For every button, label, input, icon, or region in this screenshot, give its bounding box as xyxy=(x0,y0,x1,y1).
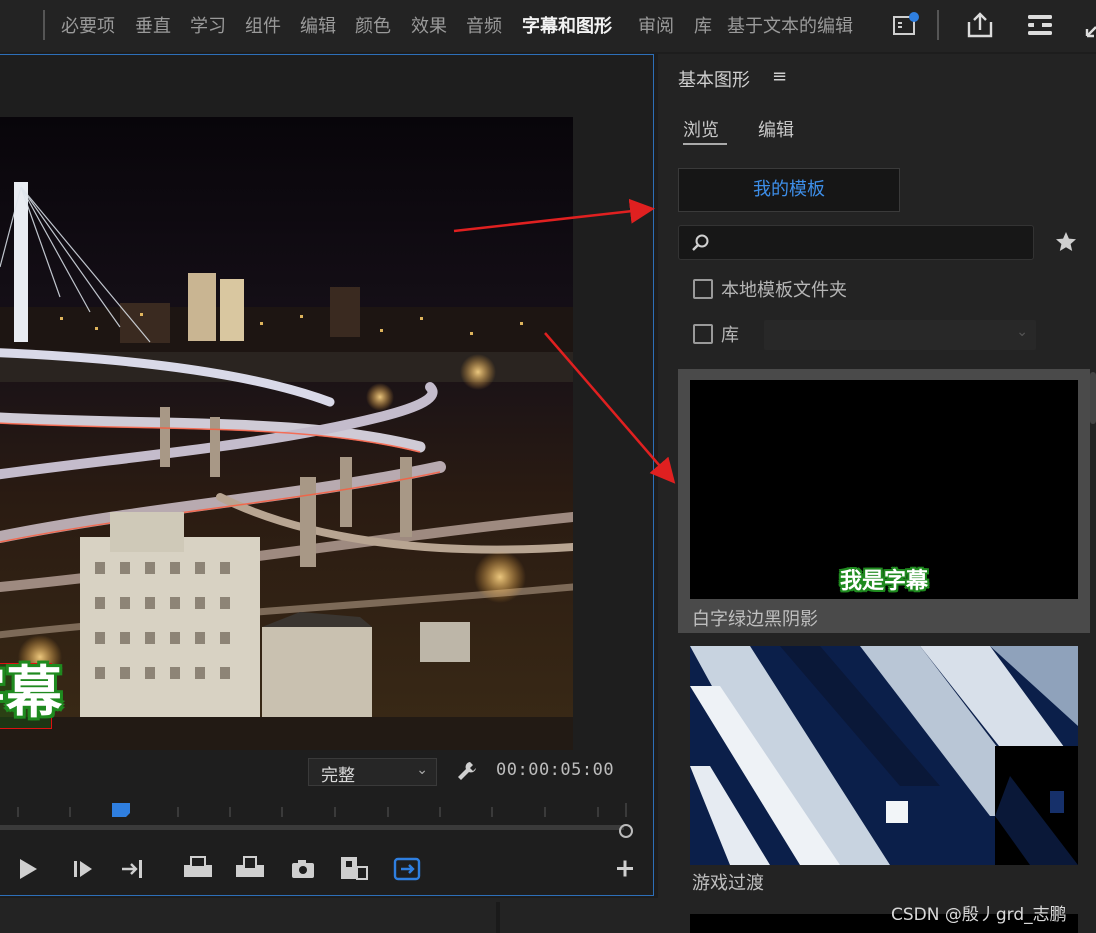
transport-controls xyxy=(20,856,633,881)
panel-title: 基本图形 xyxy=(678,70,750,91)
chevron-down-icon: ⌄ xyxy=(416,762,428,778)
workspace-tab-assembly[interactable]: 组件 xyxy=(245,12,281,38)
template-list: 我是字幕 白字绿边黑阴影 游戏过渡 xyxy=(678,369,1090,933)
library-select[interactable]: ⌄ xyxy=(764,320,1036,350)
go-to-out-button[interactable] xyxy=(122,860,142,878)
playhead-marker[interactable] xyxy=(112,803,130,817)
template-name: 游戏过渡 xyxy=(692,873,764,894)
panel-menu-icon[interactable]: ≡ xyxy=(772,66,787,87)
library-label: 库 xyxy=(721,325,739,346)
library-checkbox[interactable] xyxy=(693,324,713,344)
my-templates-button[interactable]: 我的模板 xyxy=(678,168,900,212)
workspace-tab-color[interactable]: 颜色 xyxy=(355,12,391,38)
panel-options-icon[interactable] xyxy=(1025,10,1055,40)
search-input[interactable] xyxy=(717,230,1017,255)
comparison-view-button[interactable] xyxy=(341,857,368,880)
timecode-display[interactable]: 00:00:05:00 xyxy=(496,760,614,780)
workspaces-notification-icon[interactable] xyxy=(891,10,921,40)
panel-divider xyxy=(496,902,500,933)
program-monitor: 字幕 完整 ⌄ 00:00:05:00 xyxy=(0,54,654,896)
toolbar-divider xyxy=(43,10,45,40)
extract-button[interactable] xyxy=(236,856,264,877)
play-button[interactable] xyxy=(20,859,37,879)
wrench-settings-icon[interactable] xyxy=(455,759,479,783)
video-preview[interactable]: 字幕 xyxy=(0,117,573,750)
workspace-tab-vertical[interactable]: 垂直 xyxy=(135,12,171,38)
workspace-tab-libraries[interactable]: 库 xyxy=(694,12,712,38)
chevron-down-icon: ⌄ xyxy=(1016,324,1028,340)
template-item[interactable]: 我是字幕 白字绿边黑阴影 xyxy=(678,369,1090,633)
add-button-plus-icon[interactable] xyxy=(617,860,633,877)
template-search-field[interactable] xyxy=(678,225,1034,260)
workspace-tab-text-based-editing[interactable]: 基于文本的编辑 xyxy=(727,12,853,38)
share-export-icon[interactable] xyxy=(965,10,995,40)
tab-edit[interactable]: 编辑 xyxy=(758,116,794,142)
library-option[interactable]: 库 xyxy=(693,320,753,350)
workspace-tab-audio[interactable]: 音频 xyxy=(466,12,502,38)
subtitle-text: 字幕 xyxy=(0,661,62,726)
fullscreen-icon[interactable] xyxy=(1082,10,1096,40)
night-city-bridge-image xyxy=(0,117,573,750)
template-item[interactable]: 游戏过渡 xyxy=(678,635,1090,933)
toolbar-divider xyxy=(937,10,939,40)
watermark: CSDN @殷丿grd_志鹏 xyxy=(891,905,1067,925)
step-forward-button[interactable] xyxy=(74,861,92,877)
workspace-bar: 必要项 垂直 学习 组件 编辑 颜色 效果 音频 字幕和图形 审阅 库 基于文本… xyxy=(0,0,1096,52)
timeline-header-strip xyxy=(0,898,658,933)
game-transition-preview-image xyxy=(690,646,1078,865)
loop-toggle-button[interactable] xyxy=(393,857,421,881)
export-frame-camera-button[interactable] xyxy=(292,860,314,878)
local-templates-folder-label: 本地模板文件夹 xyxy=(721,280,847,301)
workspace-tab-captions-graphics[interactable]: 字幕和图形 xyxy=(522,12,612,38)
local-templates-folder-option[interactable]: 本地模板文件夹 xyxy=(693,275,893,305)
workspace-tab-review[interactable]: 审阅 xyxy=(638,12,674,38)
tab-browse[interactable]: 浏览 xyxy=(683,116,719,142)
playback-resolution-value: 完整 xyxy=(321,766,355,786)
search-icon xyxy=(692,234,709,251)
star-favorites-icon[interactable] xyxy=(1054,230,1078,254)
tab-active-underline xyxy=(683,143,727,145)
playback-resolution-select[interactable]: 完整 ⌄ xyxy=(308,758,437,786)
template-list-scrollbar[interactable] xyxy=(1090,372,1096,424)
lift-button[interactable] xyxy=(184,856,212,877)
workspace-tab-essentials[interactable]: 必要项 xyxy=(61,12,115,38)
template-thumbnail: 我是字幕 xyxy=(690,380,1078,599)
template-preview-caption: 我是字幕 xyxy=(839,569,928,594)
subtitle-overlay[interactable]: 字幕 xyxy=(0,661,82,729)
template-thumbnail xyxy=(690,646,1078,865)
workspace-tab-learning[interactable]: 学习 xyxy=(190,12,226,38)
local-templates-folder-checkbox[interactable] xyxy=(693,279,713,299)
workspace-tab-editing[interactable]: 编辑 xyxy=(300,12,336,38)
time-ruler[interactable] xyxy=(0,795,654,845)
template-name: 白字绿边黑阴影 xyxy=(692,609,818,630)
essential-graphics-panel: 基本图形 ≡ 浏览 编辑 我的模板 本地模板文件夹 库 ⌄ 我是字幕 白字绿边黑… xyxy=(658,54,1096,933)
workspace-tab-effects[interactable]: 效果 xyxy=(411,12,447,38)
